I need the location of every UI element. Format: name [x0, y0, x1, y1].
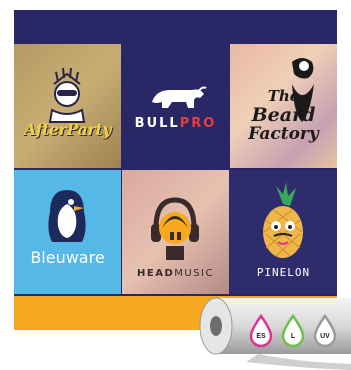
bull-icon: [152, 86, 207, 108]
pinelon-wordmark: PINELON: [256, 266, 311, 279]
bleuware-wordmark: Bleuware: [30, 248, 105, 267]
headmusic-wordmark: HEADMUSIC: [122, 268, 229, 279]
beard-line-3: Factory: [248, 124, 319, 144]
afterparty-wordmark: AfterParty: [23, 120, 112, 139]
beard-factory-wordmark: The Beard Factory: [230, 88, 337, 144]
penguin-icon: [48, 190, 86, 242]
headmusic-head: HEAD: [137, 268, 175, 279]
tile-headmusic: HEADMUSIC: [122, 170, 229, 294]
tile-beard-factory: The Beard Factory: [230, 44, 337, 168]
beard-line-1: The: [267, 87, 300, 105]
headmusic-music: MUSIC: [174, 268, 214, 279]
tile-bullpro: BULLPRO: [122, 44, 229, 168]
es-badge-label: ES: [256, 332, 266, 340]
bullpro-wordmark: BULLPRO: [122, 116, 229, 131]
statue-of-liberty-icon: [48, 67, 86, 123]
l-badge-label: L: [290, 332, 296, 340]
uv-badge-label: UV: [320, 332, 330, 340]
logo-poster: AfterParty BULLPRO The Beard Factory Ble…: [14, 10, 337, 330]
bullpro-pro: PRO: [179, 116, 217, 131]
tile-afterparty: AfterParty: [14, 44, 121, 168]
bullpro-bull: BULL: [134, 116, 180, 131]
tile-bleuware: Bleuware: [14, 170, 121, 294]
beard-line-2: Beard: [251, 104, 316, 126]
tile-pinelon: PINELON: [230, 170, 337, 294]
